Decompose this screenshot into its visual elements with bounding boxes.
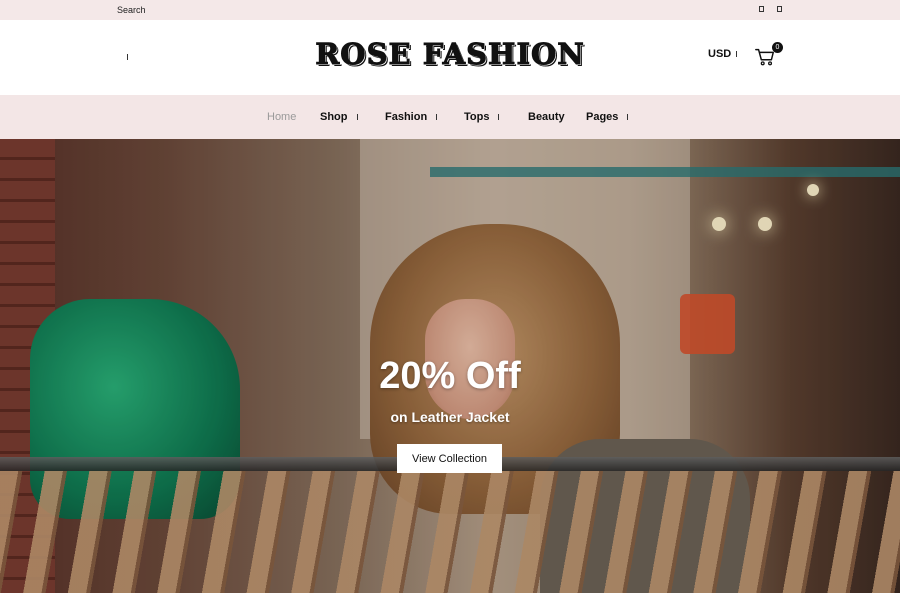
chevron-down-icon (627, 114, 629, 121)
search-link[interactable]: Search (117, 5, 146, 15)
nav-item-label: Tops (464, 111, 490, 123)
nav-item-home[interactable]: Home (267, 111, 296, 123)
nav-item-label: Pages (586, 111, 619, 123)
main-nav: Home Shop Fashion Tops Beauty Pages (0, 95, 900, 139)
currency-label: USD (708, 48, 732, 60)
nav-item-label: Home (267, 111, 297, 123)
currency-selector[interactable]: USD (708, 48, 738, 60)
view-collection-button[interactable]: View Collection (397, 444, 502, 473)
nav-item-label: Beauty (528, 111, 565, 123)
nav-item-label: Shop (320, 111, 348, 123)
nav-item-pages[interactable]: Pages (586, 111, 629, 123)
hero-title: 20% Off (379, 355, 521, 397)
nav-item-beauty[interactable]: Beauty (528, 111, 565, 123)
chevron-down-icon (736, 51, 738, 58)
chevron-down-icon (356, 114, 358, 121)
chevron-down-icon (436, 114, 438, 121)
hero-subtitle: on Leather Jacket (390, 409, 510, 425)
top-bar: Search (0, 0, 900, 20)
chevron-down-icon (498, 114, 500, 121)
nav-item-label: Fashion (385, 111, 428, 123)
site-header: ROSE FASHION USD 0 (0, 20, 900, 95)
nav-item-shop[interactable]: Shop (320, 111, 358, 123)
logo-text: ROSE FASHION (315, 37, 585, 72)
nav-item-tops[interactable]: Tops (464, 111, 500, 123)
hero-banner: 20% Off on Leather Jacket View Collectio… (0, 139, 900, 593)
nav-item-fashion[interactable]: Fashion (385, 111, 438, 123)
social-icon[interactable] (759, 6, 764, 12)
social-icon[interactable] (777, 6, 782, 12)
cart-count-badge: 0 (772, 42, 783, 53)
